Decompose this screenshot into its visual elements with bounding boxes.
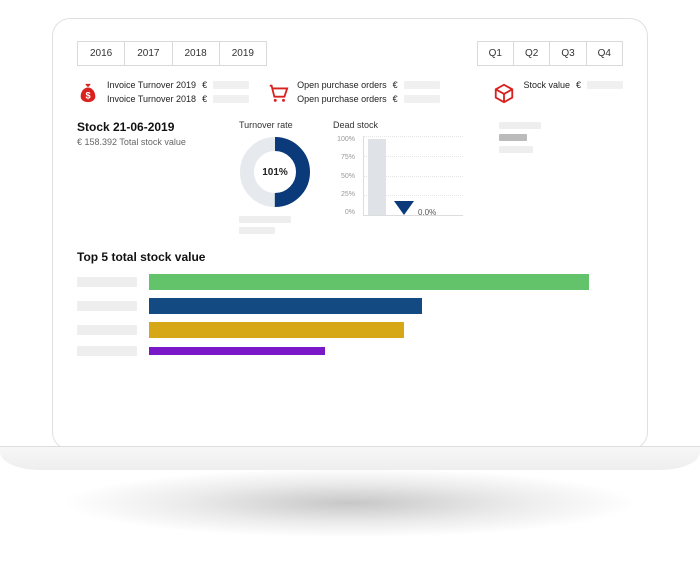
kpi-turnover: $ Invoice Turnover 2019 € Invoice Turnove… — [77, 80, 249, 104]
kpi-stock-value-amount — [587, 81, 623, 89]
axis-tick: 0% — [333, 209, 355, 216]
laptop-shadow — [60, 468, 640, 538]
tab-q2[interactable]: Q2 — [514, 41, 550, 66]
kpi-open-orders: Open purchase orders € Open purchase orde… — [267, 80, 440, 104]
tab-year-2018[interactable]: 2018 — [173, 41, 220, 66]
currency-symbol: € — [393, 94, 398, 104]
top5-label-2 — [77, 301, 137, 311]
top5-row-1 — [77, 274, 623, 290]
tab-year-2016[interactable]: 2016 — [77, 41, 125, 66]
year-tabs: 2016 2017 2018 2019 — [77, 41, 267, 66]
dead-stock-axis: 100% 75% 50% 25% 0% — [333, 136, 355, 216]
currency-symbol: € — [202, 80, 207, 90]
legend-stub — [499, 122, 541, 129]
turnover-rate-chart: 101% — [239, 136, 311, 208]
kpi-stock-value: Stock value € — [493, 80, 623, 104]
stock-subtitle: € 158.392 Total stock value — [77, 137, 217, 147]
dead-stock-marker — [394, 201, 414, 215]
currency-symbol: € — [393, 80, 398, 90]
tab-row: 2016 2017 2018 2019 Q1 Q2 Q3 Q4 — [77, 41, 623, 66]
top5-bar-4 — [149, 347, 325, 355]
tab-q4[interactable]: Q4 — [587, 41, 623, 66]
kpi-turnover-2018-label: Invoice Turnover 2018 — [107, 94, 196, 104]
quarter-tabs: Q1 Q2 Q3 Q4 — [477, 41, 623, 66]
turnover-legend — [239, 216, 291, 234]
kpi-open-orders-value-2 — [404, 95, 440, 103]
legend-stub — [499, 146, 533, 153]
kpi-turnover-2019-label: Invoice Turnover 2019 — [107, 80, 196, 90]
kpi-open-orders-label-2: Open purchase orders — [297, 94, 387, 104]
axis-tick: 75% — [333, 154, 355, 161]
currency-symbol: € — [202, 94, 207, 104]
top5-bar-1 — [149, 274, 589, 290]
legend-stub — [499, 134, 527, 141]
dead-stock-block: Dead stock 100% 75% 50% 25% 0% 0.0% — [333, 120, 473, 216]
stock-title: Stock 21-06-2019 — [77, 120, 217, 134]
dead-stock-bar-1 — [368, 139, 386, 215]
kpi-open-orders-label-1: Open purchase orders — [297, 80, 387, 90]
kpi-turnover-2018-value — [213, 95, 249, 103]
legend-stub — [239, 227, 275, 234]
stock-summary: Stock 21-06-2019 € 158.392 Total stock v… — [77, 120, 217, 147]
axis-tick: 100% — [333, 136, 355, 143]
top5-row-2 — [77, 298, 623, 314]
turnover-rate-block: Turnover rate 101% — [239, 120, 311, 234]
laptop-base — [0, 446, 700, 470]
top5-label-4 — [77, 346, 137, 356]
axis-tick: 50% — [333, 173, 355, 180]
turnover-rate-value: 101% — [239, 136, 311, 208]
svg-text:$: $ — [85, 91, 90, 101]
axis-tick: 25% — [333, 191, 355, 198]
dead-stock-value: 0.0% — [418, 208, 436, 217]
currency-symbol: € — [576, 80, 581, 90]
tab-year-2017[interactable]: 2017 — [125, 41, 172, 66]
top5-label-3 — [77, 325, 137, 335]
tab-q3[interactable]: Q3 — [550, 41, 586, 66]
tab-q1[interactable]: Q1 — [477, 41, 514, 66]
top5-row-4 — [77, 346, 623, 356]
kpi-open-orders-value-1 — [404, 81, 440, 89]
top5-title: Top 5 total stock value — [77, 250, 623, 264]
legend-stub — [239, 216, 291, 223]
top5-bar-3 — [149, 322, 404, 338]
tab-year-2019[interactable]: 2019 — [220, 41, 267, 66]
dead-stock-title: Dead stock — [333, 120, 378, 130]
kpi-row: $ Invoice Turnover 2019 € Invoice Turnove… — [77, 80, 623, 104]
top5-bar-2 — [149, 298, 422, 314]
turnover-rate-title: Turnover rate — [239, 120, 293, 130]
dead-stock-bars: 0.0% — [363, 136, 463, 216]
cart-icon — [267, 82, 289, 104]
dead-stock-legend — [499, 122, 541, 153]
dashboard-screen: 2016 2017 2018 2019 Q1 Q2 Q3 Q4 $ Invoic… — [52, 18, 648, 450]
money-bag-icon: $ — [77, 82, 99, 104]
top5-row-3 — [77, 322, 623, 338]
box-icon — [493, 82, 515, 104]
mid-section: Stock 21-06-2019 € 158.392 Total stock v… — [77, 120, 623, 234]
kpi-turnover-2019-value — [213, 81, 249, 89]
top5-label-1 — [77, 277, 137, 287]
kpi-stock-value-label: Stock value — [523, 80, 570, 90]
dead-stock-chart: 100% 75% 50% 25% 0% 0.0% — [333, 136, 473, 216]
